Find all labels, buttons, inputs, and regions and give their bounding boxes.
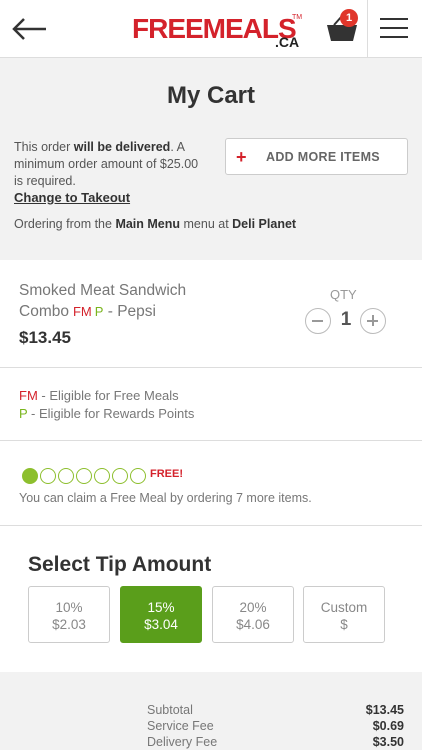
progress-dot: [130, 468, 146, 484]
free-meal-progress: FREE! You can claim a Free Meal by order…: [0, 442, 422, 526]
cart-item: Smoked Meat Sandwich Combo FM P - Pepsi $1…: [0, 260, 422, 368]
tip-amount: $2.03: [52, 617, 86, 632]
logo-ca: .CA: [275, 34, 300, 50]
summary-row: Delivery Fee $3.50: [147, 735, 404, 749]
qty-value: 1: [340, 309, 352, 330]
free-meals-badge: FM: [72, 304, 92, 319]
tip-section-title: Select Tip Amount: [28, 553, 212, 576]
tip-percent: 10%: [55, 600, 83, 615]
progress-dot: [112, 468, 128, 484]
tip-percent: 20%: [239, 600, 267, 615]
summary-label: Subtotal: [147, 703, 193, 717]
change-to-takeout-link[interactable]: Change to Takeout: [14, 190, 130, 205]
progress-dot: [94, 468, 110, 484]
add-more-items-button[interactable]: + ADD MORE ITEMS: [225, 138, 408, 175]
add-more-items-label: ADD MORE ITEMS: [266, 150, 380, 164]
logo-text: FREEMEALS: [132, 13, 297, 44]
cart-count-badge: 1: [340, 9, 358, 27]
summary-value: $3.50: [372, 735, 404, 749]
tip-option-15[interactable]: 15% $3.04: [120, 586, 202, 643]
item-price: $13.45: [19, 328, 71, 347]
tip-option-20[interactable]: 20% $4.06: [212, 586, 294, 643]
ordering-from-note: Ordering from the Main Menu menu at Deli…: [14, 217, 297, 231]
progress-text: You can claim a Free Meal by ordering 7 …: [19, 491, 312, 505]
tip-amount: $: [340, 617, 348, 632]
freemeals-logo[interactable]: FREEMEALS TM .CA: [132, 12, 307, 52]
tip-percent: 15%: [147, 600, 175, 615]
progress-dot: [22, 468, 38, 484]
progress-dot: [58, 468, 74, 484]
plus-icon: +: [236, 147, 247, 167]
legend-rewards-points: P - Eligible for Rewards Points: [19, 406, 195, 421]
summary-row: Subtotal $13.45: [147, 703, 404, 717]
app-header: FREEMEALS TM .CA 1: [0, 0, 422, 58]
delivery-note: This order will be delivered. A minimum …: [14, 140, 199, 188]
tip-amount: $4.06: [236, 617, 270, 632]
header-divider: [367, 0, 368, 57]
tip-option-10[interactable]: 10% $2.03: [28, 586, 110, 643]
qty-increase-icon[interactable]: [360, 308, 386, 334]
tip-percent: Custom: [320, 600, 368, 615]
free-meal-tag: FREE!: [150, 468, 183, 480]
item-name: Smoked Meat Sandwich Combo FM P - Pepsi: [19, 282, 187, 320]
logo-trademark: TM: [292, 14, 303, 21]
summary-value: $13.45: [365, 703, 404, 717]
summary-row: Service Fee $0.69: [147, 719, 404, 733]
tip-amount: $3.04: [144, 617, 178, 632]
summary-value: $0.69: [372, 719, 404, 733]
qty-label: QTY: [330, 287, 357, 302]
hamburger-menu-icon[interactable]: [380, 18, 408, 40]
legend-free-meals: FM - Eligible for Free Meals: [19, 388, 179, 403]
rewards-points-badge: P: [94, 304, 104, 319]
progress-dot: [40, 468, 56, 484]
page-title: My Cart: [166, 82, 256, 109]
eligibility-legend: FM - Eligible for Free Meals P - Eligibl…: [0, 369, 422, 441]
tip-option-custom[interactable]: Custom $: [303, 586, 385, 643]
progress-dot: [76, 468, 92, 484]
summary-label: Delivery Fee: [147, 735, 218, 749]
qty-decrease-icon[interactable]: [305, 308, 331, 334]
summary-label: Service Fee: [147, 719, 214, 733]
order-summary: Subtotal $13.45 Service Fee $0.69 Delivery F…: [0, 672, 422, 750]
back-arrow-icon[interactable]: [10, 14, 50, 44]
item-option: - Pepsi: [107, 303, 156, 320]
